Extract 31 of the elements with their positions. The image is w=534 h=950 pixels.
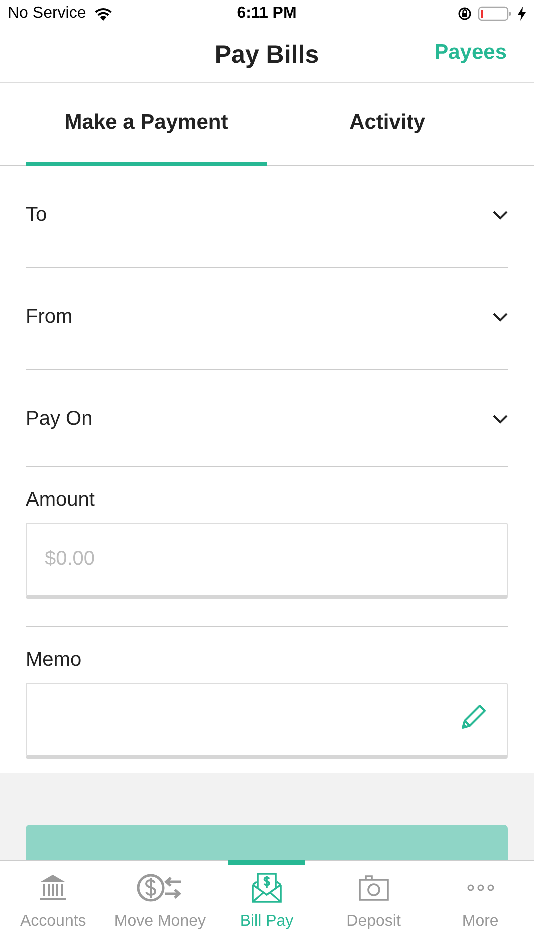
tab-bar-item[interactable]: Move Money — [106, 861, 214, 950]
chevron-down-icon — [493, 211, 508, 220]
continue-button[interactable] — [26, 825, 508, 860]
bank-icon — [39, 874, 68, 902]
charging-icon — [518, 7, 526, 21]
amount-field[interactable]: $0.00 — [26, 523, 508, 599]
page-title: Pay Bills — [214, 40, 320, 70]
tab-bar-item[interactable]: More — [427, 861, 534, 950]
tab[interactable]: Activity — [267, 83, 508, 166]
dropdown-field[interactable]: From — [26, 268, 508, 370]
payees-link[interactable]: Payees — [434, 41, 507, 65]
more-icon[interactable] — [466, 884, 496, 892]
dropdown-field[interactable]: Pay On — [26, 370, 508, 467]
dollar-exchange-icon — [137, 873, 184, 903]
dropdown-field[interactable]: To — [26, 166, 508, 268]
chevron-down-icon — [493, 414, 508, 424]
memo-field[interactable] — [26, 683, 508, 759]
field-label: Amount — [26, 489, 95, 512]
bill-envelope-icon — [252, 873, 282, 903]
field-label: Memo — [26, 649, 82, 672]
pencil-icon — [461, 703, 488, 730]
carrier-name: No Service — [8, 5, 86, 23]
chevron-down-icon — [493, 313, 508, 322]
battery-icon — [478, 6, 512, 22]
tab-bar-item[interactable]: Accounts — [0, 861, 107, 950]
rotation-lock-icon — [458, 7, 472, 21]
clock-time: 6:11 PM — [237, 5, 297, 23]
tab-bar-item[interactable]: Bill Pay — [214, 861, 320, 950]
tab-bar-item[interactable]: Deposit — [320, 861, 428, 950]
wifi-icon — [94, 7, 114, 21]
camera-icon — [358, 875, 389, 901]
